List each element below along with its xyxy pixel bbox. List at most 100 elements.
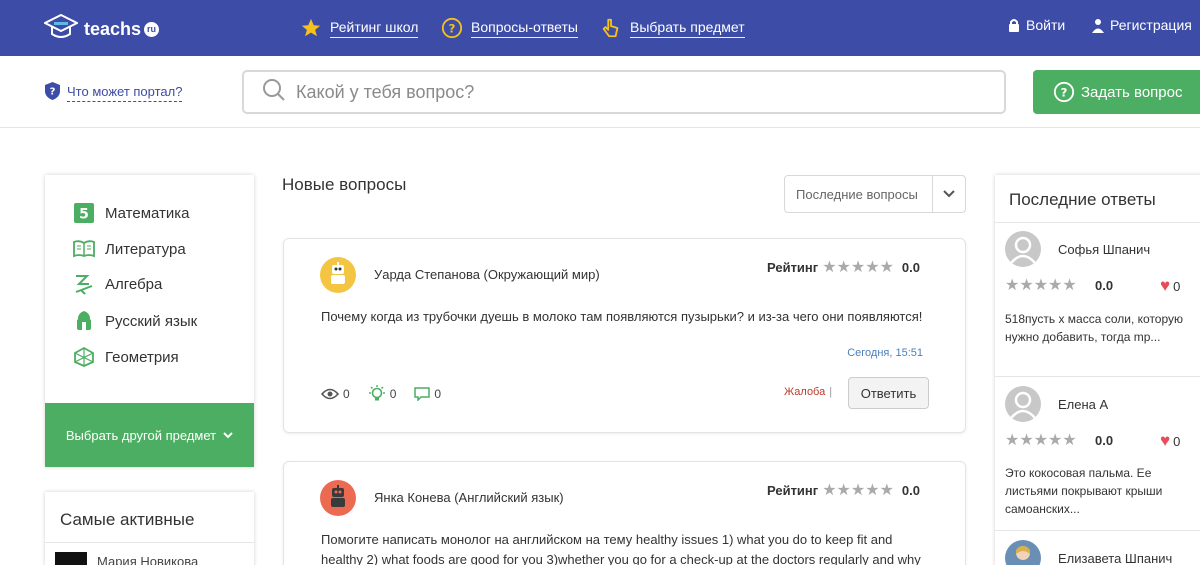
portal-link-label: Что может портал? xyxy=(67,84,183,102)
logo-text: teachs xyxy=(84,19,142,39)
question-rating: Рейтинг ★★★★★ 0.0 xyxy=(767,257,920,277)
subject-russian[interactable]: Русский язык xyxy=(73,310,197,332)
subject-literature[interactable]: Литература xyxy=(73,238,186,260)
russian-icon xyxy=(73,310,95,332)
answer-author[interactable]: Елизавета Шпанич xyxy=(1058,551,1172,565)
divider xyxy=(995,222,1200,223)
nav-label: Вопросы-ответы xyxy=(471,19,578,38)
comments-count: 0 xyxy=(414,387,441,401)
subject-label: Геометрия xyxy=(105,348,179,366)
nav-label: Рейтинг школ xyxy=(330,19,419,38)
logo-badge: ru xyxy=(144,22,160,37)
avatar xyxy=(55,552,87,565)
book-icon xyxy=(73,238,95,260)
comment-icon xyxy=(414,387,431,401)
question-icon: ? xyxy=(441,17,463,39)
graduation-cap-icon xyxy=(42,12,80,47)
user-photo-icon xyxy=(1016,546,1030,560)
question-rating: Рейтинг ★★★★★ 0.0 xyxy=(767,480,920,500)
subject-label: Русский язык xyxy=(105,312,198,330)
last-answers-panel: Последние ответы Софья Шпанич ★★★★★ 0.0 … xyxy=(995,175,1200,565)
question-card: Уарда Степанова (Окружающий мир) Рейтинг… xyxy=(283,238,966,433)
subject-algebra[interactable]: Алгебра xyxy=(73,273,162,295)
register-link[interactable]: Регистрация xyxy=(1092,17,1192,33)
avatar xyxy=(1005,386,1041,422)
rating-stars[interactable]: ★★★★★ xyxy=(1005,430,1077,450)
subject-math[interactable]: 5 Математика xyxy=(73,202,190,224)
svg-text:5: 5 xyxy=(79,207,89,223)
rating-stars[interactable]: ★★★★★ xyxy=(822,257,894,277)
answer-text[interactable]: 518пусть х масса соли, которую нужно доб… xyxy=(1005,310,1195,346)
pointer-icon xyxy=(600,17,622,39)
svg-text:?: ? xyxy=(50,87,56,98)
rating-value: 0.0 xyxy=(901,482,920,498)
eye-icon xyxy=(321,388,339,400)
divider xyxy=(45,542,254,543)
bulb-icon xyxy=(368,385,385,401)
answer-author[interactable]: Елена А xyxy=(1058,397,1108,412)
question-author[interactable]: Уарда Степанова (Окружающий мир) xyxy=(374,267,600,282)
nav-label: Выбрать предмет xyxy=(630,19,745,38)
math-five-icon: 5 xyxy=(73,202,95,224)
svg-text:?: ? xyxy=(1061,86,1068,100)
subject-label: Литература xyxy=(105,240,186,258)
nav-choose-subject[interactable]: Выбрать предмет xyxy=(600,14,745,42)
chevron-down-icon xyxy=(223,431,233,439)
divider xyxy=(995,376,1200,377)
login-link[interactable]: Войти xyxy=(1008,17,1065,33)
subject-label: Алгебра xyxy=(105,275,163,293)
user-placeholder-icon xyxy=(1010,391,1036,419)
subject-geometry[interactable]: Геометрия xyxy=(73,346,179,368)
rating-stars[interactable]: ★★★★★ xyxy=(1005,275,1077,295)
subjects-panel: 5 Математика Литература Алгебра Русский … xyxy=(45,175,254,467)
subject-label: Математика xyxy=(105,204,190,222)
rating-value: 0.0 xyxy=(901,259,920,275)
rating-stars[interactable]: ★★★★★ xyxy=(822,480,894,500)
chevron-down-icon[interactable] xyxy=(932,176,965,212)
choose-other-subject-button[interactable]: Выбрать другой предмет xyxy=(45,403,254,467)
question-author[interactable]: Янка Конева (Английский язык) xyxy=(374,490,564,505)
search-box[interactable] xyxy=(242,70,1006,114)
user-icon xyxy=(1092,18,1104,33)
question-stats: 0 0 0 xyxy=(321,385,459,403)
nav-school-rating[interactable]: Рейтинг школ xyxy=(300,14,419,42)
question-text[interactable]: Помогите написать монолог на английском … xyxy=(321,530,931,565)
heart-icon: ♥ xyxy=(1160,431,1171,450)
search-input[interactable] xyxy=(296,81,976,103)
complain-link[interactable]: Жалоба | xyxy=(784,386,832,398)
star-icon xyxy=(300,17,322,39)
ask-question-button[interactable]: ? Задать вопрос xyxy=(1033,70,1200,114)
robot-icon xyxy=(331,262,345,284)
most-active-title: Самые активные xyxy=(60,510,195,529)
answer-text[interactable]: Это кокосовая пальма. Ее листьями покрыв… xyxy=(1005,464,1195,518)
question-card: Янка Конева (Английский язык) Рейтинг ★★… xyxy=(283,461,966,565)
answer-author[interactable]: Софья Шпанич xyxy=(1058,242,1150,257)
user-placeholder-icon xyxy=(1010,236,1036,264)
lock-icon xyxy=(1008,18,1020,33)
question-circle-icon: ? xyxy=(1053,81,1075,103)
answers-count: 0 xyxy=(368,385,396,403)
logo[interactable]: teachs ru xyxy=(42,12,160,47)
rating-value: 0.0 xyxy=(1095,433,1114,448)
avatar xyxy=(1005,231,1041,267)
views-count: 0 xyxy=(321,387,350,401)
most-active-panel: Самые активные Мария Новикова xyxy=(45,492,254,565)
avatar xyxy=(320,480,356,516)
svg-text:?: ? xyxy=(449,22,456,36)
avatar xyxy=(1005,540,1041,565)
search-strip: ? Что может портал? ? Задать вопрос xyxy=(0,56,1200,128)
ask-button-label: Задать вопрос xyxy=(1081,83,1183,101)
question-time: Сегодня, 15:51 xyxy=(847,347,923,359)
portal-info-link[interactable]: ? Что может портал? xyxy=(45,82,183,103)
heart-icon: ♥ xyxy=(1160,276,1171,295)
rating-label: Рейтинг xyxy=(767,259,819,275)
question-text[interactable]: Почему когда из трубочки дуешь в молоко … xyxy=(321,307,931,327)
likes[interactable]: ♥ 0 xyxy=(1160,276,1180,296)
top-navbar: teachs ru Рейтинг школ ? Вопросы-ответы … xyxy=(0,0,1200,56)
nav-questions-answers[interactable]: ? Вопросы-ответы xyxy=(441,14,578,42)
likes[interactable]: ♥ 0 xyxy=(1160,431,1180,451)
active-user[interactable]: Мария Новикова xyxy=(55,552,198,565)
choose-other-label: Выбрать другой предмет xyxy=(65,427,217,443)
sort-dropdown[interactable]: Последние вопросы xyxy=(784,175,966,213)
reply-button[interactable]: Ответить xyxy=(848,377,929,409)
